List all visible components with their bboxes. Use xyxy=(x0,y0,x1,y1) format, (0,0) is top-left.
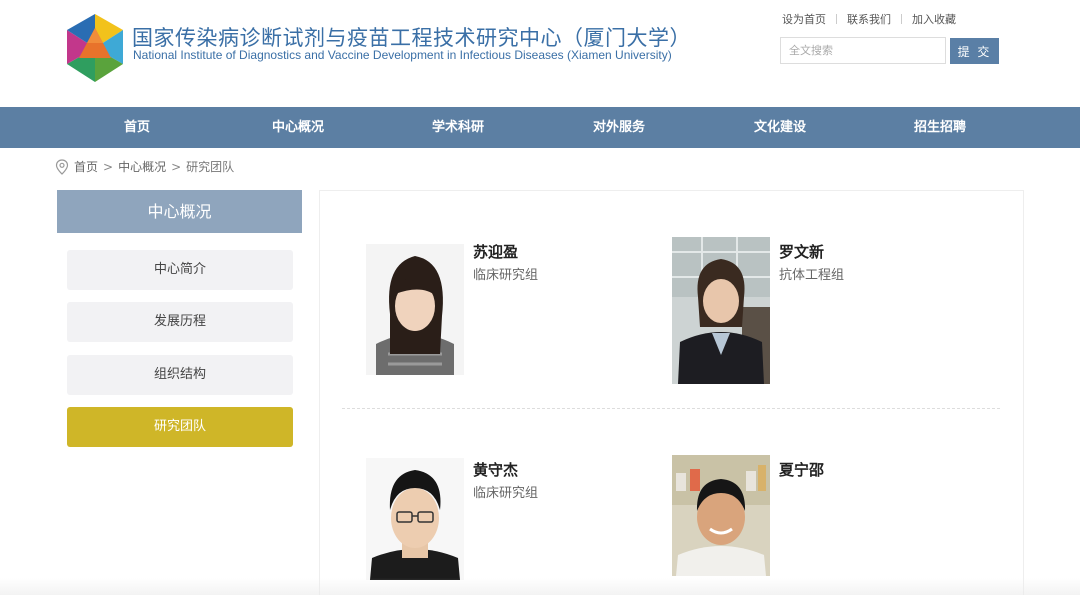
sidebar-item-history[interactable]: 发展历程 xyxy=(67,302,293,342)
site-subtitle: National Institute of Diagnostics and Va… xyxy=(133,48,672,62)
breadcrumb: 首页 > 中心概况 > 研究团队 xyxy=(55,158,234,175)
nav-item-overview[interactable]: 中心概况 xyxy=(238,107,358,148)
nav-item-culture[interactable]: 文化建设 xyxy=(720,107,840,148)
divider xyxy=(342,408,1000,409)
member-group: 抗体工程组 xyxy=(779,268,845,283)
institute-logo-icon xyxy=(67,14,123,82)
breadcrumb-current: 研究团队 xyxy=(186,160,235,174)
breadcrumb-home[interactable]: 首页 xyxy=(74,158,98,175)
member-name[interactable]: 苏迎盈 xyxy=(473,241,518,262)
nav-item-home[interactable]: 首页 xyxy=(77,107,197,148)
submit-button[interactable]: 提 交 xyxy=(950,38,999,64)
bottom-shadow xyxy=(0,578,1080,595)
sidebar-item-intro[interactable]: 中心简介 xyxy=(67,250,293,290)
nav-item-services[interactable]: 对外服务 xyxy=(559,107,679,148)
sidebar-item-structure[interactable]: 组织结构 xyxy=(67,355,293,395)
top-links: 设为首页 联系我们 加入收藏 xyxy=(782,11,956,27)
page: 国家传染病诊断试剂与疫苗工程技术研究中心（厦门大学） National Inst… xyxy=(0,0,1080,595)
location-pin-icon xyxy=(55,158,69,175)
nav-item-recruitment[interactable]: 招生招聘 xyxy=(880,107,1000,148)
sidebar-item-team[interactable]: 研究团队 xyxy=(67,407,293,447)
divider xyxy=(836,14,837,24)
add-favorite-link[interactable]: 加入收藏 xyxy=(912,11,956,27)
member-photo[interactable] xyxy=(672,237,770,384)
sidebar-heading: 中心概况 xyxy=(57,190,302,233)
member-photo[interactable] xyxy=(672,455,770,576)
chevron-right-icon: > xyxy=(171,159,182,174)
member-group: 临床研究组 xyxy=(473,486,539,501)
divider xyxy=(901,14,902,24)
chevron-right-icon: > xyxy=(103,159,114,174)
contact-us-link[interactable]: 联系我们 xyxy=(847,11,891,27)
member-photo[interactable] xyxy=(366,458,464,580)
main-nav: 首页 中心概况 学术科研 对外服务 文化建设 招生招聘 xyxy=(0,107,1080,148)
nav-item-research[interactable]: 学术科研 xyxy=(398,107,518,148)
member-name[interactable]: 罗文新 xyxy=(779,241,824,262)
member-group: 临床研究组 xyxy=(473,268,539,283)
search-input[interactable] xyxy=(780,37,946,64)
breadcrumb-overview[interactable]: 中心概况 xyxy=(118,158,166,175)
member-name[interactable]: 夏宁邵 xyxy=(779,459,824,480)
set-homepage-link[interactable]: 设为首页 xyxy=(782,11,826,27)
member-photo[interactable] xyxy=(366,244,464,375)
member-name[interactable]: 黄守杰 xyxy=(473,459,518,480)
